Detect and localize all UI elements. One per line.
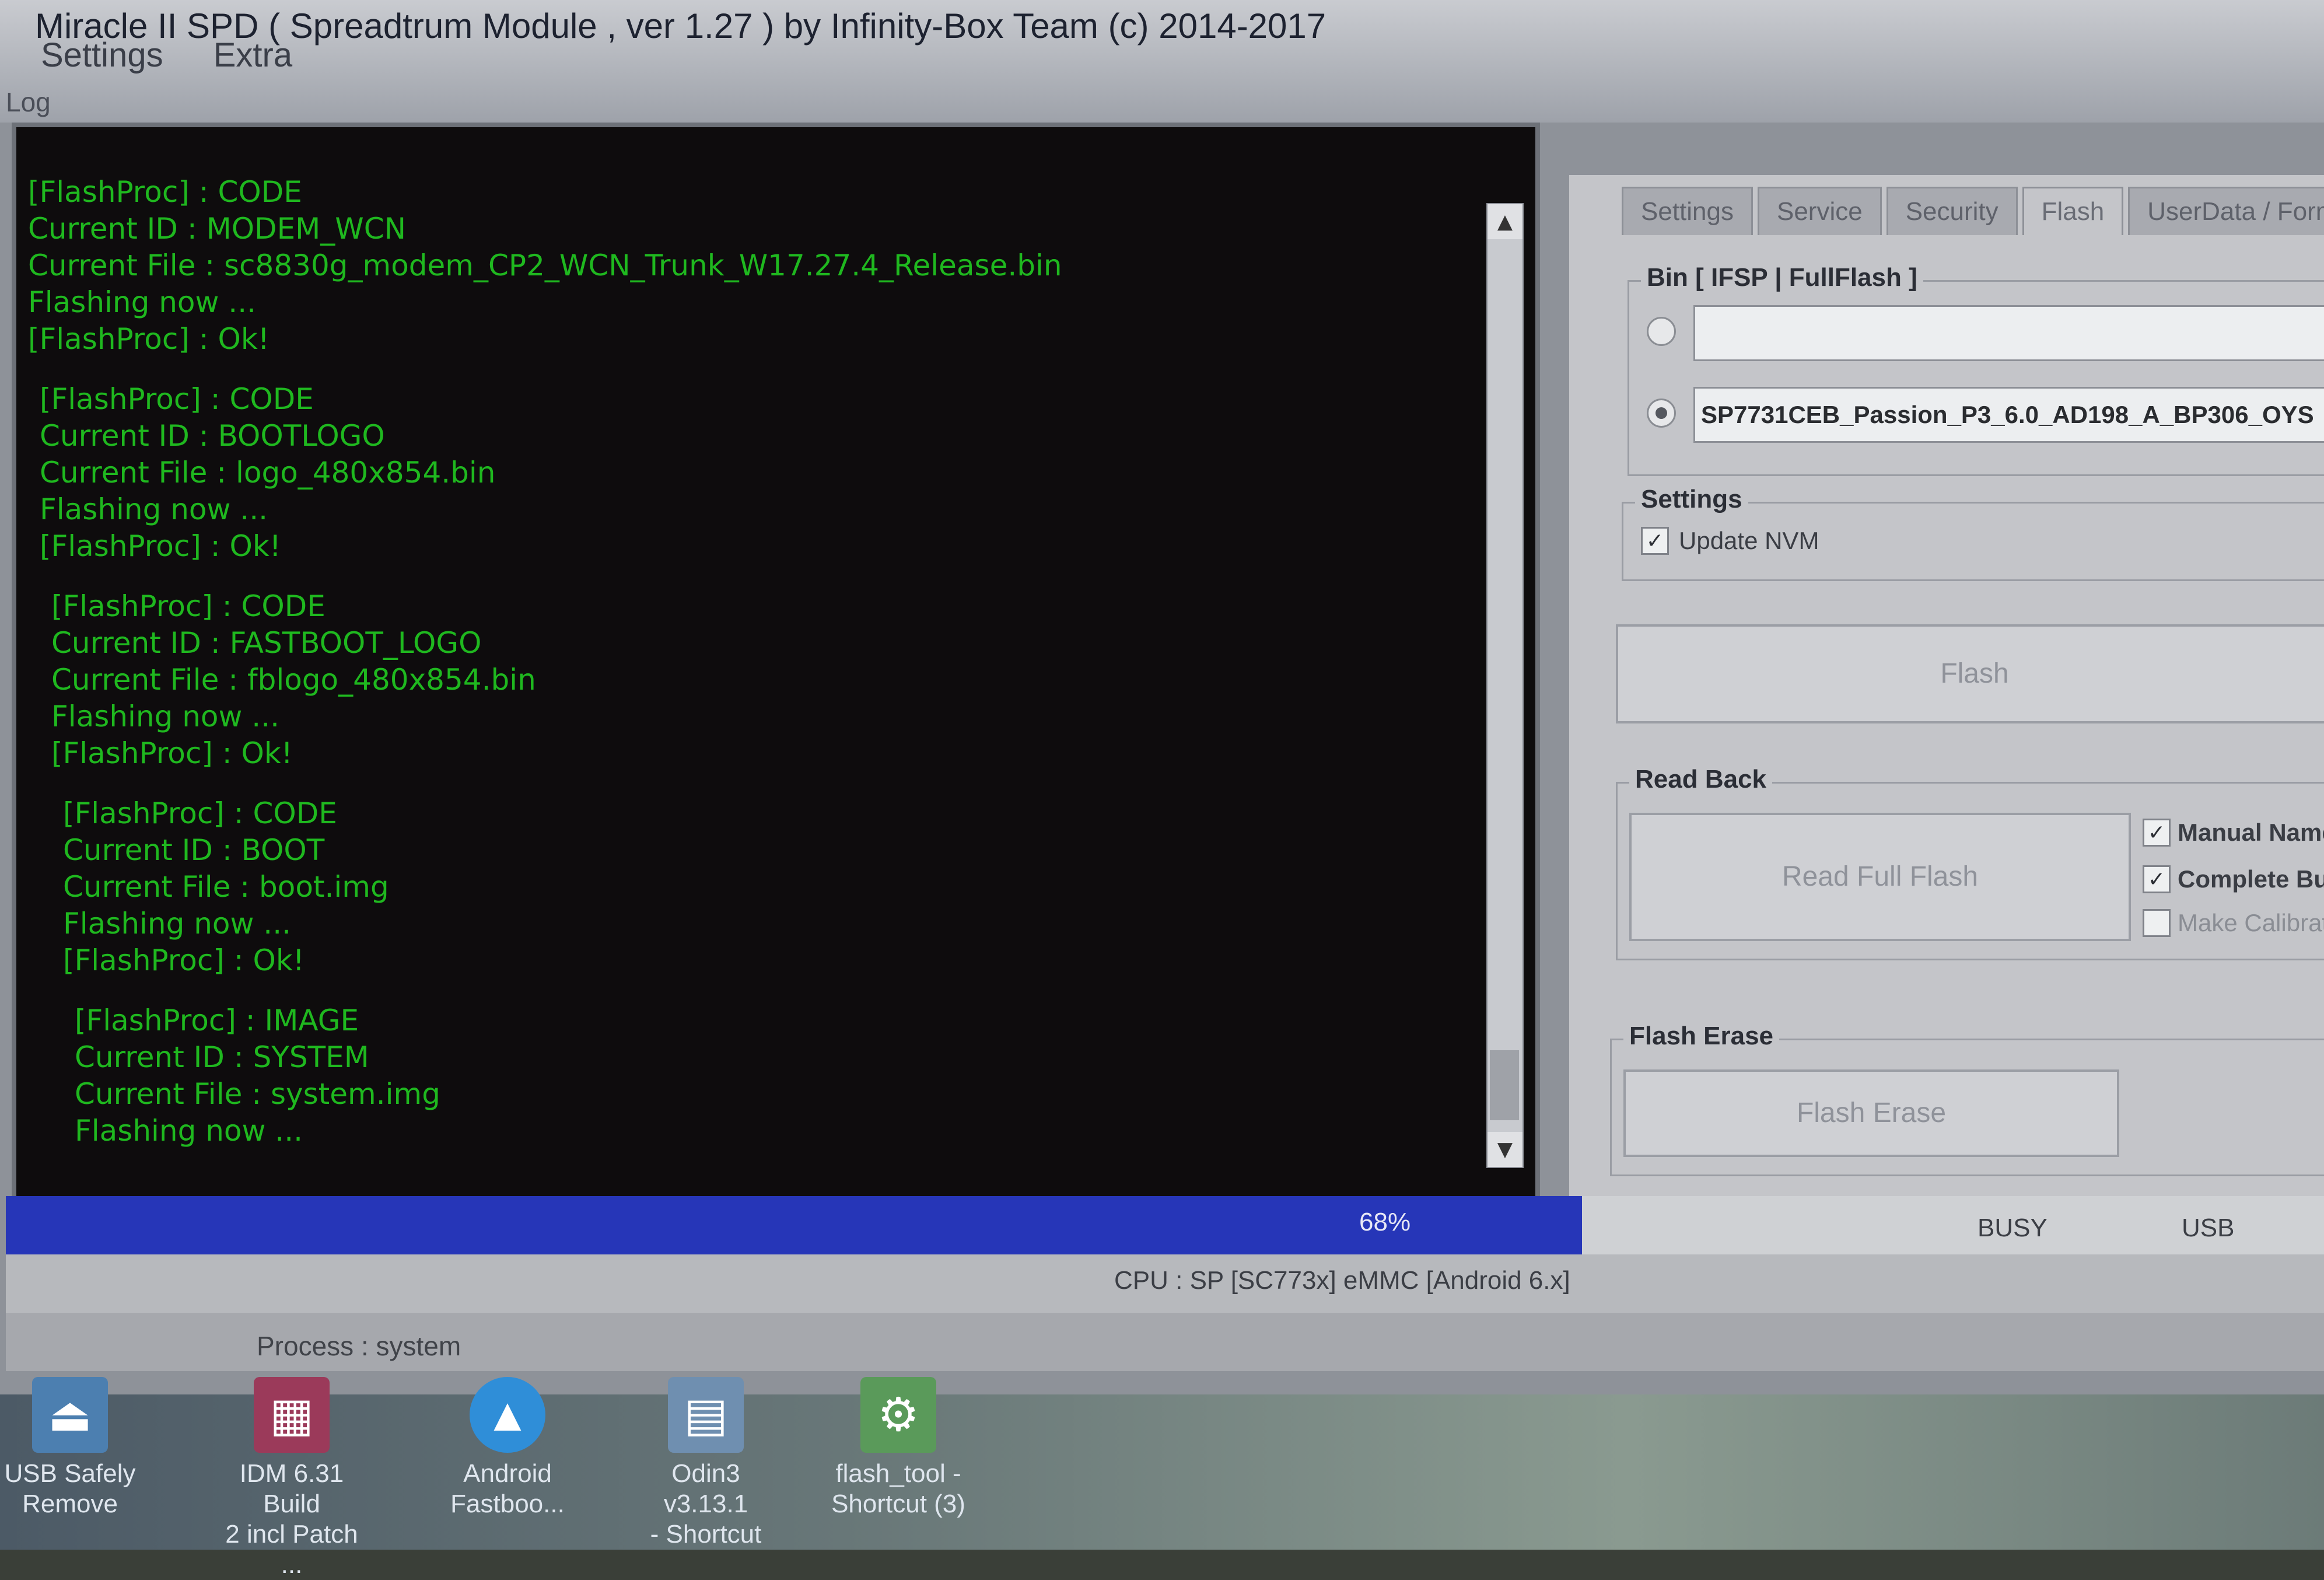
cpu-status: CPU : SP [SC773x] eMMC [Android 6.x] <box>1114 1266 1570 1295</box>
flash-erase-button[interactable]: Flash Erase <box>1623 1069 2119 1157</box>
progress-bar: 68% <box>6 1196 2324 1254</box>
read-back-legend: Read Back <box>1629 765 1773 794</box>
bin-group: Bin [ IFSP | FullFlash ] SP7731CEB_Passi… <box>1628 263 2324 476</box>
flash-panel: Settings Service Security Flash UserData / F… <box>1569 175 2324 1225</box>
busy-indicator: BUSY <box>1978 1214 2048 1242</box>
log-line: [FlashProc] : CODE <box>28 175 302 209</box>
log-block: [FlashProc] : CODE Current ID : MODEM_WC… <box>16 174 1535 358</box>
progress-fill <box>6 1196 1583 1254</box>
log-line: [FlashProc] : Ok! <box>28 322 270 356</box>
desktop-icon-odin[interactable]: ▤ Odin3 v3.13.1 - Shortcut <box>630 1377 782 1550</box>
scroll-up-icon[interactable]: ▲ <box>1488 204 1522 239</box>
log-line: Current File : system.img <box>75 1077 440 1111</box>
desktop-icon-label: IDM 6.31 Build <box>239 1459 344 1518</box>
odin-icon: ▤ <box>668 1377 744 1453</box>
status-bar: CPU : SP [SC773x] eMMC [Android 6.x] BUS… <box>6 1214 2324 1313</box>
log-label: Log <box>6 87 51 117</box>
tab-userdata[interactable]: UserData / Formats / O <box>2128 187 2324 235</box>
bin-option2-field[interactable]: SP7731CEB_Passion_P3_6.0_AD198_A_BP306_O… <box>1693 387 2324 443</box>
update-nvm-checkbox[interactable]: ✓ <box>1641 527 1669 555</box>
desktop-icon-label: flash_tool - <box>835 1459 961 1488</box>
log-block: [FlashProc] : IMAGE Current ID : SYSTEM … <box>16 1002 1535 1149</box>
log-line: [FlashProc] : CODE <box>40 382 314 416</box>
log-line: [FlashProc] : CODE <box>51 589 326 623</box>
log-line: Flashing now ... <box>28 285 256 319</box>
tab-settings[interactable]: Settings <box>1622 187 1753 235</box>
log-scrollbar[interactable]: ▲ ▼ <box>1486 203 1524 1168</box>
flash-erase-group: Flash Erase Flash Erase <box>1610 1022 2324 1176</box>
manual-name-checkbox[interactable]: ✓ <box>2143 819 2171 847</box>
log-line: Current File : sc8830g_modem_CP2_WCN_Tru… <box>28 249 1062 282</box>
settings-group-legend: Settings <box>1635 485 1748 514</box>
menu-settings[interactable]: Settings <box>41 35 163 76</box>
log-line: [FlashProc] : Ok! <box>40 529 281 563</box>
title-bar: Miracle II SPD ( Spreadtrum Module , ver… <box>0 0 2324 123</box>
scroll-down-icon[interactable]: ▼ <box>1488 1132 1522 1167</box>
desktop-icon-label: USB Safely <box>4 1459 136 1488</box>
flash-erase-legend: Flash Erase <box>1623 1022 1780 1051</box>
desktop-icon-label: 2 incl Patch ... <box>225 1520 358 1579</box>
log-line: [FlashProc] : Ok! <box>51 736 293 770</box>
log-console[interactable]: [FlashProc] : CODE Current ID : MODEM_WC… <box>12 123 1540 1231</box>
read-back-group: Read Back Read Full Flash ✓ Manual Name … <box>1616 765 2324 960</box>
log-line: Current File : logo_480x854.bin <box>40 456 496 490</box>
bin-option2-radio[interactable] <box>1647 399 1676 428</box>
complete-build-label: Complete Bui <box>2178 865 2324 893</box>
process-status: Process : system <box>257 1331 461 1361</box>
bin-option1-field[interactable] <box>1693 305 2324 361</box>
menu-extra[interactable]: Extra <box>214 35 292 76</box>
update-nvm-label: Update NVM <box>1679 527 1819 554</box>
tab-strip: Settings Service Security Flash UserData / F… <box>1622 187 2324 239</box>
desktop-icon-label: Android <box>463 1459 552 1488</box>
make-calibration-checkbox[interactable]: ✓ <box>2143 909 2171 937</box>
log-line: [FlashProc] : CODE <box>63 796 337 830</box>
radio-selected-dot <box>1656 407 1667 419</box>
log-line: Current File : boot.img <box>63 870 389 904</box>
log-line: Flashing now ... <box>75 1114 303 1148</box>
bin-option1-radio[interactable] <box>1647 317 1676 346</box>
make-calibration-label: Make Calibrat <box>2178 909 2324 936</box>
winrar-icon: ▦ <box>254 1377 330 1453</box>
usb-icon: ⏏ <box>32 1377 108 1453</box>
desktop-icon-label: Shortcut (3) <box>831 1490 965 1518</box>
scroll-thumb[interactable] <box>1490 1050 1519 1120</box>
log-line: Current ID : FASTBOOT_LOGO <box>51 626 482 660</box>
log-block: [FlashProc] : CODE Current ID : FASTBOOT… <box>16 588 1535 772</box>
bin-group-legend: Bin [ IFSP | FullFlash ] <box>1641 263 1923 292</box>
tab-security[interactable]: Security <box>1886 187 2018 235</box>
log-line: Current ID : SYSTEM <box>75 1040 369 1074</box>
log-line: [FlashProc] : IMAGE <box>75 1004 359 1037</box>
desktop-icon-android-fastboot[interactable]: ▲ Android Fastboo... <box>432 1377 583 1519</box>
process-bar: Process : system <box>6 1313 2324 1371</box>
desktop-icon-label: - Shortcut <box>650 1520 762 1548</box>
read-full-flash-button[interactable]: Read Full Flash <box>1629 813 2131 941</box>
log-line: Flashing now ... <box>51 700 279 733</box>
flash-button[interactable]: Flash <box>1616 624 2324 723</box>
settings-group: Settings ✓ Update NVM <box>1622 485 2324 581</box>
tab-flash[interactable]: Flash <box>2022 187 2124 235</box>
log-line: Current File : fblogo_480x854.bin <box>51 663 536 697</box>
log-block: [FlashProc] : CODE Current ID : BOOT Cur… <box>16 795 1535 979</box>
manual-name-label: Manual Name <box>2178 819 2324 846</box>
flash-tool-icon: ⚙ <box>860 1377 936 1453</box>
log-line: Current ID : MODEM_WCN <box>28 212 407 246</box>
desktop-icon-label: Fastboo... <box>450 1490 565 1518</box>
android-icon: ▲ <box>470 1377 545 1453</box>
tab-service[interactable]: Service <box>1757 187 1882 235</box>
log-line: Current ID : BOOTLOGO <box>40 419 385 453</box>
desktop-icon-usb-safely-remove[interactable]: ⏏ USB Safely Remove <box>0 1377 146 1519</box>
log-line: Current ID : BOOT <box>63 833 325 867</box>
usb-indicator: USB <box>2182 1214 2235 1242</box>
log-line: [FlashProc] : Ok! <box>63 943 304 977</box>
complete-build-checkbox[interactable]: ✓ <box>2143 865 2171 893</box>
log-line: Flashing now ... <box>40 492 268 526</box>
app-window: Miracle II SPD ( Spreadtrum Module , ver… <box>0 0 2324 1394</box>
progress-percent: 68% <box>1359 1208 1411 1236</box>
desktop-icon-flash-tool[interactable]: ⚙ flash_tool - Shortcut (3) <box>822 1377 974 1519</box>
log-block: [FlashProc] : CODE Current ID : BOOTLOGO… <box>16 381 1535 565</box>
log-line: Flashing now ... <box>63 907 291 941</box>
desktop-icon-label: Remove <box>22 1490 118 1518</box>
desktop-icon-label: Odin3 v3.13.1 <box>663 1459 748 1518</box>
